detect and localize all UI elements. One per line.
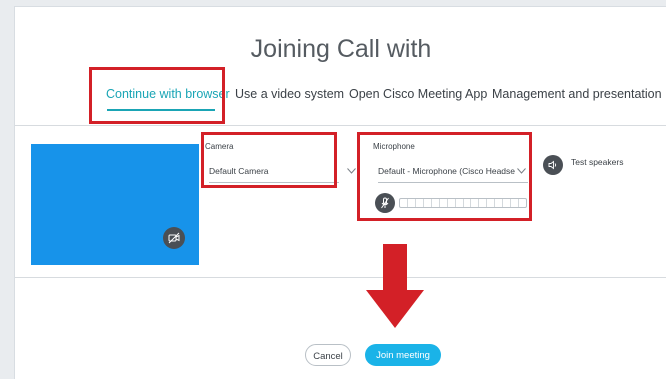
join-meeting-button[interactable]: Join meeting	[365, 344, 441, 366]
highlight-box-browser-tab	[89, 67, 225, 124]
highlight-box-camera	[201, 132, 337, 188]
page-title: Joining Call with	[250, 35, 432, 63]
divider-bottom	[15, 277, 666, 278]
camera-off-icon[interactable]	[163, 227, 185, 249]
speaker-icon[interactable]	[543, 155, 563, 175]
camera-preview	[31, 144, 199, 265]
tab-open-cisco-meeting-app[interactable]: Open Cisco Meeting App	[349, 87, 487, 101]
tab-use-video-system[interactable]: Use a video system	[235, 87, 344, 101]
divider-top	[15, 125, 666, 126]
red-arrow-down-icon	[366, 244, 424, 328]
tab-management-and-presentation[interactable]: Management and presentation	[492, 87, 662, 101]
join-call-panel: Joining Call with Continue with browser …	[14, 6, 666, 379]
highlight-box-microphone	[357, 132, 532, 221]
chevron-down-icon[interactable]	[347, 168, 356, 174]
cancel-button[interactable]: Cancel	[305, 344, 351, 366]
test-speakers-link[interactable]: Test speakers	[571, 157, 623, 167]
